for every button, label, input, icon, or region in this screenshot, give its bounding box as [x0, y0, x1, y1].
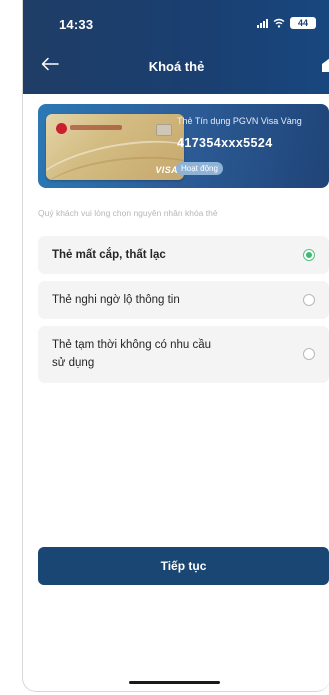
reason-label-line2: sử dụng [52, 357, 95, 369]
card-image: VISA [46, 114, 184, 180]
page-title: Khoá thẻ [148, 59, 205, 74]
bank-logo-text [70, 125, 122, 130]
radio-icon[interactable] [303, 294, 315, 306]
reason-label: Thẻ nghi ngờ lộ thông tin [52, 294, 180, 306]
header-bar: 14:33 44 Khoá thẻ [23, 0, 329, 94]
home-icon[interactable] [318, 56, 329, 72]
instruction-text: Quý khách vui lòng chọn nguyên nhân khóa… [38, 208, 218, 218]
reason-label: Thẻ mất cắp, thất lạc [52, 249, 166, 261]
visa-logo: VISA [155, 165, 178, 175]
wifi-icon [273, 18, 285, 28]
reason-option-temporary[interactable]: Thẻ tạm thời không có nhu cầu sử dụng [38, 326, 329, 383]
radio-selected-icon[interactable] [303, 249, 315, 261]
card-name: Thẻ Tín dụng PGVN Visa Vàng [177, 116, 302, 126]
continue-button[interactable]: Tiếp tục [38, 547, 329, 585]
status-time: 14:33 [59, 17, 94, 32]
bank-logo-icon [56, 123, 67, 134]
reason-label-line1: Thẻ tạm thời không có nhu cầu [52, 339, 212, 351]
reason-option-lost[interactable]: Thẻ mất cắp, thất lạc [38, 236, 329, 274]
chip-icon [156, 124, 172, 136]
status-icons: 44 [257, 17, 316, 29]
phone-screen: 14:33 44 Khoá thẻ VISA Thẻ Tín dụng PGVN… [22, 0, 329, 692]
signal-icon [257, 18, 268, 28]
card-number: 417354xxx5524 [177, 136, 273, 150]
home-indicator [129, 681, 220, 684]
radio-icon[interactable] [303, 348, 315, 360]
status-badge: Hoạt động [176, 162, 223, 175]
battery-icon: 44 [290, 17, 316, 29]
reason-option-info-leak[interactable]: Thẻ nghi ngờ lộ thông tin [38, 281, 329, 319]
